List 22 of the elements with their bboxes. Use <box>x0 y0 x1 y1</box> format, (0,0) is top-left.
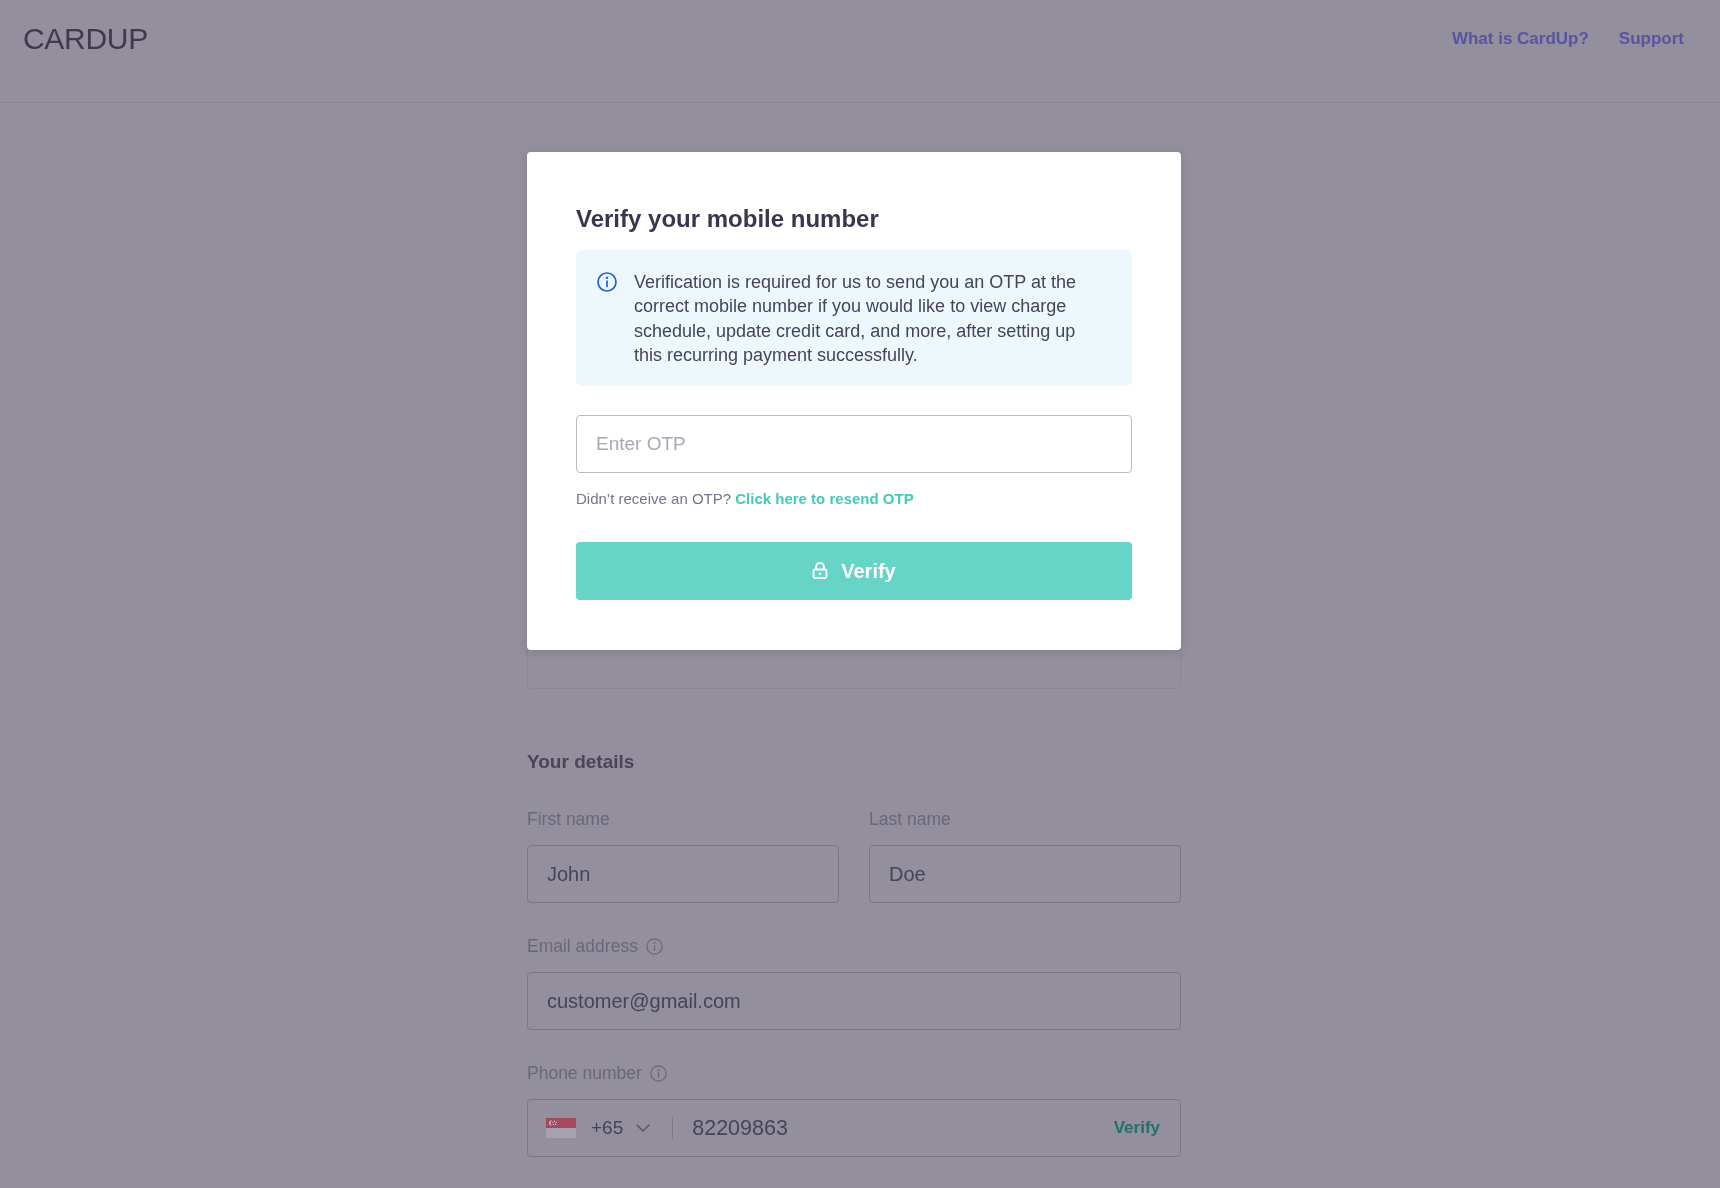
logo[interactable]: CARDUP <box>23 21 148 57</box>
chevron-down-icon <box>636 1124 651 1132</box>
country-code-select[interactable]: +65 <box>546 1113 651 1143</box>
lock-icon <box>812 562 829 580</box>
resend-prompt: Didn’t receive an OTP? Click here to resend OTP <box>576 488 915 509</box>
nav-link[interactable]: Support <box>1618 27 1684 51</box>
name-input[interactable]: John <box>527 845 839 903</box>
notice-text: Verification is required for us to send you an OTP at the correct mobile number if you would like to view charge schedule, update credit card, and more, after setting up this recurring payment successfully. <box>634 271 1077 368</box>
section-title: Your details <box>527 750 636 774</box>
phone-field[interactable]: +65 82209863 Verify <box>527 1099 1181 1157</box>
email-input[interactable]: customer@gmail.com <box>527 972 1181 1030</box>
nav-link[interactable]: What is CardUp? <box>1451 27 1589 51</box>
verify-link[interactable]: Verify <box>1113 1115 1160 1141</box>
resend-link[interactable]: Click here to resend OTP <box>735 489 914 507</box>
info-icon <box>597 272 617 292</box>
verify-button[interactable]: Verify <box>576 541 1132 600</box>
info-icon <box>645 937 663 955</box>
info-icon <box>649 1064 667 1082</box>
dialog-title: Verify your mobile number <box>576 204 880 234</box>
name-input[interactable]: Doe <box>869 845 1181 903</box>
otp-input[interactable]: Enter OTP <box>576 414 1132 473</box>
flag-icon <box>546 1118 576 1138</box>
